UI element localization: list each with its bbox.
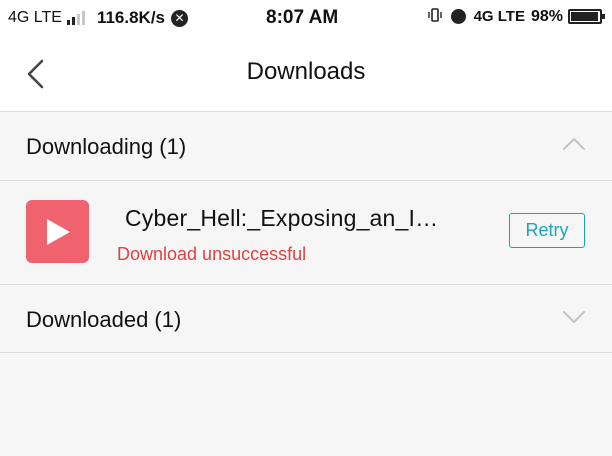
network-speed: 116.8K/s (96, 8, 166, 27)
vibrate-icon (427, 7, 443, 26)
download-item[interactable]: Cyber_Hell:_Exposing_an_I… Download unsu… (0, 181, 612, 285)
status-right: 4G LTE 98% (427, 7, 605, 26)
video-thumbnail (26, 200, 89, 263)
downloaded-section-label: Downloaded (1) (26, 307, 182, 332)
download-item-title: Cyber_Hell:_Exposing_an_I… (125, 205, 439, 231)
battery-icon (568, 9, 605, 24)
retry-button[interactable]: Retry (509, 213, 585, 248)
play-icon (47, 219, 70, 245)
close-circle-icon: ✕ (171, 9, 189, 27)
download-status: Download unsuccessful (117, 244, 307, 264)
battery-percent: 98% (530, 7, 563, 25)
status-bar: 4G LTE 116.8K/s ✕ 8:07 AM 4G LTE 98% (0, 0, 612, 36)
downloading-section-header[interactable]: Downloading (1) (0, 112, 612, 181)
network-type-right: 4G LTE (473, 8, 525, 25)
network-type-left: 4G LTE (8, 9, 62, 26)
signal-icon (66, 11, 85, 25)
chevron-up-icon[interactable] (562, 136, 586, 152)
chevron-down-icon[interactable] (562, 309, 586, 325)
page-title: Downloads (246, 58, 366, 85)
downloaded-section-header[interactable]: Downloaded (1) (0, 285, 612, 353)
clock: 8:07 AM (266, 7, 339, 28)
status-left: 4G LTE 116.8K/s ✕ (8, 8, 189, 28)
alarm-icon (450, 9, 466, 24)
downloading-section-label: Downloading (1) (26, 134, 187, 159)
nav-bar: Downloads (0, 36, 612, 112)
